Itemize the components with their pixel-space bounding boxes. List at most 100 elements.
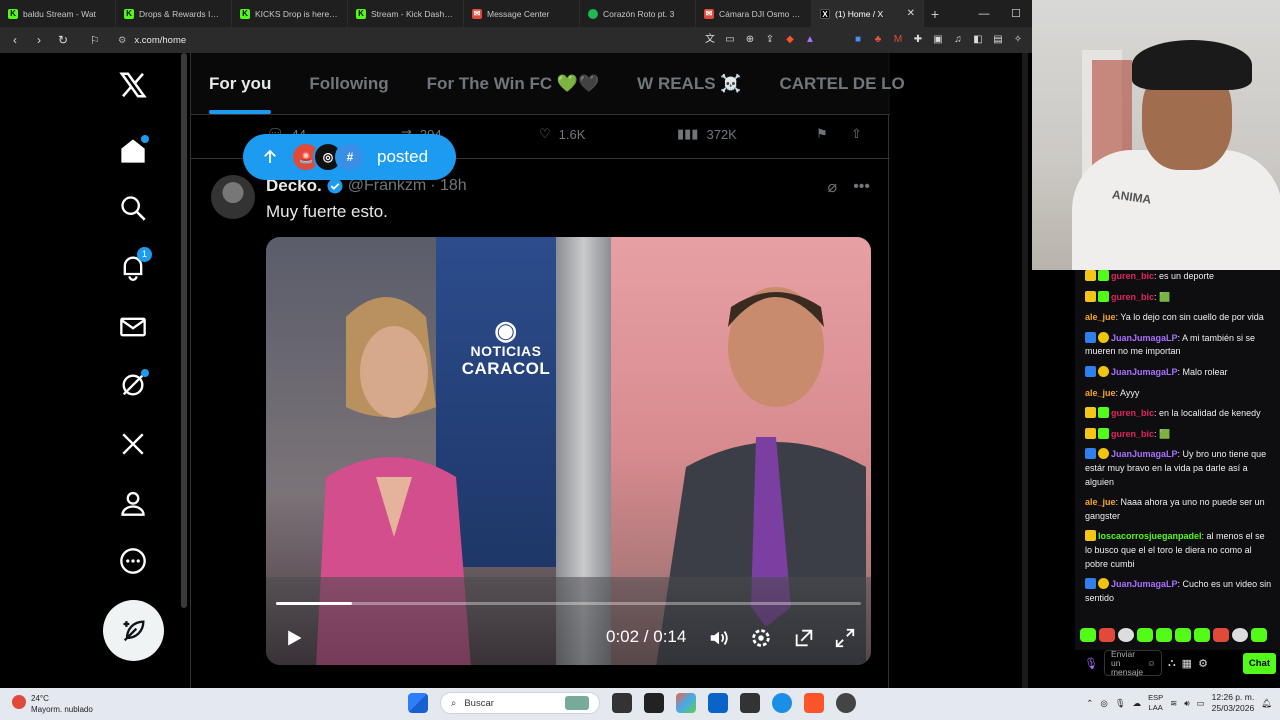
grok-icon[interactable]: ⌀ — [828, 177, 838, 197]
obs-icon[interactable] — [836, 693, 856, 713]
share-icon[interactable]: ⇪ — [764, 34, 776, 46]
search-icon[interactable] — [117, 192, 149, 224]
back-icon[interactable]: ‹ — [8, 33, 22, 47]
messages-icon[interactable] — [117, 311, 149, 343]
x-logo-icon[interactable] — [117, 69, 149, 101]
emote-icon[interactable] — [1194, 628, 1210, 642]
wallet-icon[interactable]: ▤ — [992, 34, 1004, 46]
maximize-icon[interactable]: ☐ — [1000, 7, 1032, 20]
tab-following[interactable]: Following — [309, 74, 388, 94]
mic-icon[interactable]: 🎙︎ — [1084, 657, 1098, 670]
emote-icon[interactable] — [1175, 628, 1191, 642]
sidebar-icon[interactable]: ▣ — [932, 34, 944, 46]
browser-tab[interactable]: ✉ Cámara DJI Osmo Pock — [696, 0, 812, 27]
zoom-icon[interactable]: ⊕ — [744, 34, 756, 46]
tweet[interactable]: Decko. @Frankzm · 18h ⌀ ••• Muy fuerte e… — [191, 158, 890, 688]
chat-username[interactable]: loscacorrosjueganpadel — [1098, 531, 1202, 541]
tray-app-icon[interactable]: ◎ — [1100, 698, 1107, 709]
more-options-icon[interactable]: ••• — [853, 178, 870, 196]
settings-icon[interactable] — [750, 627, 772, 649]
browser-tab[interactable]: Kbaldu Stream - Wat — [0, 0, 116, 27]
emote-icon[interactable] — [1080, 628, 1096, 642]
browser-tab[interactable]: K Drops & Rewards Inven — [116, 0, 232, 27]
premium-x-icon[interactable] — [117, 428, 149, 460]
battery-icon[interactable]: ▭ — [1197, 698, 1205, 709]
brave-shield-icon[interactable]: ◆ — [784, 34, 796, 46]
notifications-bell-icon[interactable]: 🔔︎ — [1261, 698, 1272, 709]
extension-icon[interactable]: ■ — [852, 34, 864, 46]
share-button[interactable]: ⇧ — [851, 126, 862, 142]
chat-username[interactable]: ale_jue — [1085, 497, 1116, 507]
new-tab-button[interactable]: + — [924, 6, 946, 22]
emote-icon[interactable] — [1118, 628, 1134, 642]
chat-username[interactable]: guren_bic — [1111, 292, 1154, 302]
bookmark-button[interactable]: ⚑ — [816, 126, 828, 142]
wifi-icon[interactable]: ≋ — [1170, 698, 1177, 709]
minimize-icon[interactable]: — — [968, 8, 1000, 20]
like-button[interactable]: ♡ 1.6K — [539, 126, 585, 142]
nav-scrollbar[interactable] — [181, 53, 187, 608]
extension-icon[interactable]: M — [892, 34, 904, 46]
emote-icon[interactable] — [1251, 628, 1267, 642]
avatar[interactable] — [211, 175, 255, 219]
copilot-icon[interactable] — [676, 693, 696, 713]
page-scrollbar[interactable] — [1022, 53, 1028, 688]
volume-icon[interactable] — [708, 627, 730, 649]
emote-icon[interactable] — [1213, 628, 1229, 642]
chat-username[interactable]: guren_bic — [1111, 408, 1154, 418]
shop-icon[interactable]: ▦ — [1182, 657, 1192, 670]
start-icon[interactable] — [408, 693, 428, 713]
language-indicator[interactable]: ESP LAA — [1148, 693, 1163, 713]
emote-icon[interactable] — [1232, 628, 1248, 642]
chat-username[interactable]: guren_bic — [1111, 271, 1154, 281]
chat-username[interactable]: JuanJumagaLP — [1111, 333, 1178, 343]
browser-tab[interactable]: K KICKS Drop is here: wat — [232, 0, 348, 27]
tray-app-icon[interactable]: ☁ — [1133, 698, 1142, 709]
volume-icon[interactable]: 🔊︎ — [1184, 698, 1189, 709]
weather-widget[interactable]: 24°C Mayorm. nublado — [12, 693, 93, 715]
brave-rewards-icon[interactable]: ▲ — [804, 34, 816, 46]
leo-icon[interactable]: ✧ — [1012, 34, 1024, 46]
video-progress-bar[interactable] — [276, 602, 861, 605]
address-bar[interactable]: ⚐ ⚙ x.com/home — [80, 30, 694, 50]
emote-icon[interactable] — [1156, 628, 1172, 642]
video-player[interactable]: ◉ NOTICIAS CARACOL 0:02 / 0:14 — [266, 237, 871, 665]
tab-list-ftw[interactable]: For The Win FC 💚🖤 — [427, 74, 600, 94]
tab-list-cartel[interactable]: CARTEL DE LO — [779, 74, 904, 94]
settings-icon[interactable]: ⚙ — [1198, 657, 1208, 670]
tab-list-wreals[interactable]: W REALS ☠️ — [637, 74, 741, 94]
emote-icon[interactable] — [1099, 628, 1115, 642]
chat-username[interactable]: JuanJumagaLP — [1111, 367, 1178, 377]
tab-for-you[interactable]: For you — [209, 74, 272, 114]
translate-icon[interactable]: 文 — [704, 34, 716, 46]
extension-icon[interactable]: ♣ — [872, 34, 884, 46]
browser-tab[interactable]: Corazón Roto pt. 3 — [580, 0, 696, 27]
chat-username[interactable]: JuanJumagaLP — [1111, 449, 1178, 459]
home-icon[interactable] — [117, 135, 149, 167]
profile-icon[interactable] — [117, 487, 149, 519]
chat-username[interactable]: ale_jue — [1085, 388, 1116, 398]
chat-send-button[interactable]: Chat — [1242, 652, 1276, 674]
chat-username[interactable]: guren_bic — [1111, 429, 1154, 439]
emote-icon[interactable] — [1137, 628, 1153, 642]
play-icon[interactable] — [284, 628, 304, 648]
site-info-icon[interactable]: ⚙ — [118, 35, 127, 46]
browser-tab-active[interactable]: X (1) Home / X ✕ — [812, 0, 924, 27]
chat-input[interactable]: Enviar un mensaje ☺ — [1103, 649, 1162, 676]
chat-username[interactable]: JuanJumagaLP — [1111, 579, 1178, 589]
forward-icon[interactable]: › — [32, 33, 46, 47]
brave-icon[interactable] — [804, 693, 824, 713]
store-icon[interactable] — [708, 693, 728, 713]
users-icon[interactable]: ⛬ — [1168, 657, 1176, 670]
split-view-icon[interactable]: ◧ — [972, 34, 984, 46]
mail-app-icon[interactable] — [740, 693, 760, 713]
clock[interactable]: 12:26 p. m. 25/03/2026 — [1212, 692, 1255, 714]
more-icon[interactable] — [117, 545, 149, 577]
chat-username[interactable]: ale_jue — [1085, 312, 1116, 322]
pip-icon[interactable] — [793, 627, 815, 649]
fullscreen-icon[interactable] — [834, 627, 856, 649]
taskbar-search[interactable]: ⌕ Buscar — [440, 692, 600, 714]
bookmark-icon[interactable]: ⚐ — [90, 34, 100, 47]
puzzle-icon[interactable]: ✚ — [912, 34, 924, 46]
views-button[interactable]: ▮▮▮ 372K — [677, 126, 737, 142]
